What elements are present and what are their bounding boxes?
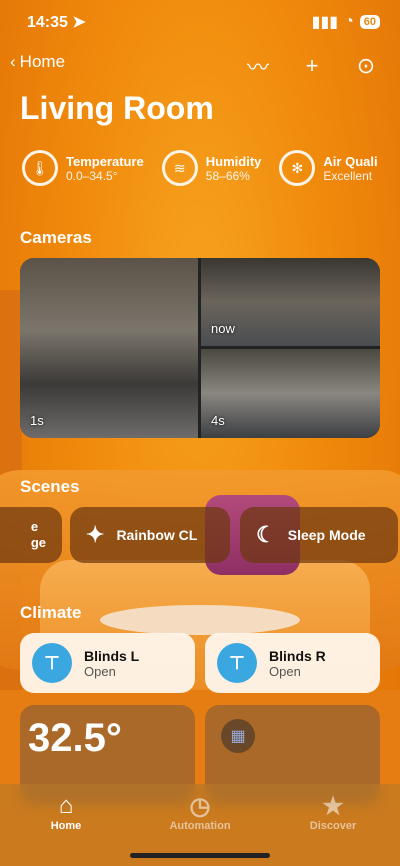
house-icon: ⌂	[58, 792, 74, 819]
sensor-row: 🌡 Temperature 0.0–34.5° ≋ Humidity 58–66…	[22, 150, 378, 186]
more-icon[interactable]: ⊙	[352, 53, 380, 79]
air-purifier-icon: ▦	[221, 719, 255, 753]
sensor-name: Humidity	[205, 153, 262, 169]
moon-icon: ☾	[256, 522, 276, 547]
sensor-air-quality[interactable]: ✻ Air Quali Excellent	[279, 150, 378, 186]
scene-partial[interactable]: e ge	[0, 507, 62, 563]
background-table	[100, 605, 300, 635]
chevron-left-icon: ‹	[10, 52, 16, 71]
star-icon: ★	[322, 793, 344, 820]
wifi-icon: ◔	[344, 13, 354, 30]
thermometer-icon: 🌡	[22, 150, 58, 186]
blinds-icon: ⊤	[32, 643, 72, 683]
camera-feed-1[interactable]: 1s	[20, 258, 198, 438]
sensor-value: 0.0–34.5°	[66, 168, 118, 183]
tile-name: Blinds L	[84, 647, 140, 664]
status-bar: 14:35 ➤ ▮▮▮ ◔ 60	[0, 0, 400, 44]
scene-label: Rainbow CL	[116, 527, 198, 543]
section-title-climate: Climate	[20, 603, 82, 622]
add-icon[interactable]: +	[298, 53, 326, 79]
clock-icon: ◷	[189, 793, 211, 820]
back-button[interactable]: ‹ Home	[10, 52, 65, 72]
tab-bar: ⌂ Home ◷ Automation ★ Discover	[0, 784, 400, 866]
tab-label: Home	[50, 820, 82, 832]
scene-rainbow[interactable]: ✦ Rainbow CL	[70, 507, 230, 563]
blinds-icon: ⊤	[217, 643, 257, 683]
camera-timestamp: 1s	[30, 413, 44, 428]
tab-label: Discover	[309, 820, 357, 832]
screen: 14:35 ➤ ▮▮▮ ◔ 60 ‹ Home 〰 + ⊙ Living Roo…	[0, 0, 400, 866]
sensor-name: Temperature	[66, 153, 144, 169]
camera-grid: 1s now 4s	[20, 258, 380, 438]
nav-bar: ‹ Home 〰 + ⊙	[0, 48, 400, 80]
intercom-icon[interactable]: 〰	[244, 50, 272, 82]
camera-timestamp: now	[211, 321, 235, 336]
sensor-value: Excellent	[323, 168, 373, 183]
tab-discover[interactable]: ★ Discover	[283, 792, 383, 832]
sensor-temperature[interactable]: 🌡 Temperature 0.0–34.5°	[22, 150, 144, 186]
tile-state: Open	[269, 663, 301, 679]
page-title: Living Room	[20, 90, 214, 126]
air-quality-icon: ✻	[279, 150, 316, 186]
blinds-left-tile[interactable]: ⊤ Blinds L Open	[20, 633, 195, 693]
camera-feed-3[interactable]: 4s	[201, 349, 380, 438]
location-arrow-icon: ➤	[72, 14, 86, 31]
home-indicator	[130, 853, 270, 858]
camera-timestamp: 4s	[211, 413, 225, 428]
section-title-cameras: Cameras	[20, 228, 92, 247]
camera-feed-2[interactable]: now	[201, 258, 380, 346]
scene-label: Sleep Mode	[287, 527, 366, 543]
scene-row: e ge ✦ Rainbow CL ☾ Sleep Mode	[0, 507, 400, 565]
tile-name: Blinds R	[269, 647, 326, 664]
tab-automation[interactable]: ◷ Automation	[150, 792, 250, 832]
section-title-scenes: Scenes	[20, 477, 80, 496]
battery-icon: 60	[359, 15, 380, 29]
scene-sleep-mode[interactable]: ☾ Sleep Mode	[240, 507, 398, 563]
sensor-name: Air Quali	[323, 153, 378, 169]
humidity-icon: ≋	[161, 150, 198, 186]
status-time: 14:35 ➤	[27, 14, 86, 31]
blinds-right-tile[interactable]: ⊤ Blinds R Open	[205, 633, 380, 693]
tab-label: Automation	[169, 820, 231, 832]
tile-state: Open	[84, 663, 116, 679]
tab-home[interactable]: ⌂ Home	[16, 792, 116, 832]
status-icons: ▮▮▮ ◔ 60	[312, 12, 380, 32]
nav-actions: 〰 + ⊙	[244, 50, 380, 82]
dance-icon: ✦	[86, 522, 105, 547]
sensor-humidity[interactable]: ≋ Humidity 58–66%	[161, 150, 262, 186]
sensor-value: 58–66%	[205, 168, 250, 183]
signal-icon: ▮▮▮	[311, 14, 339, 31]
thermostat-temperature: 32.5°	[28, 716, 122, 760]
back-label: Home	[19, 52, 66, 71]
